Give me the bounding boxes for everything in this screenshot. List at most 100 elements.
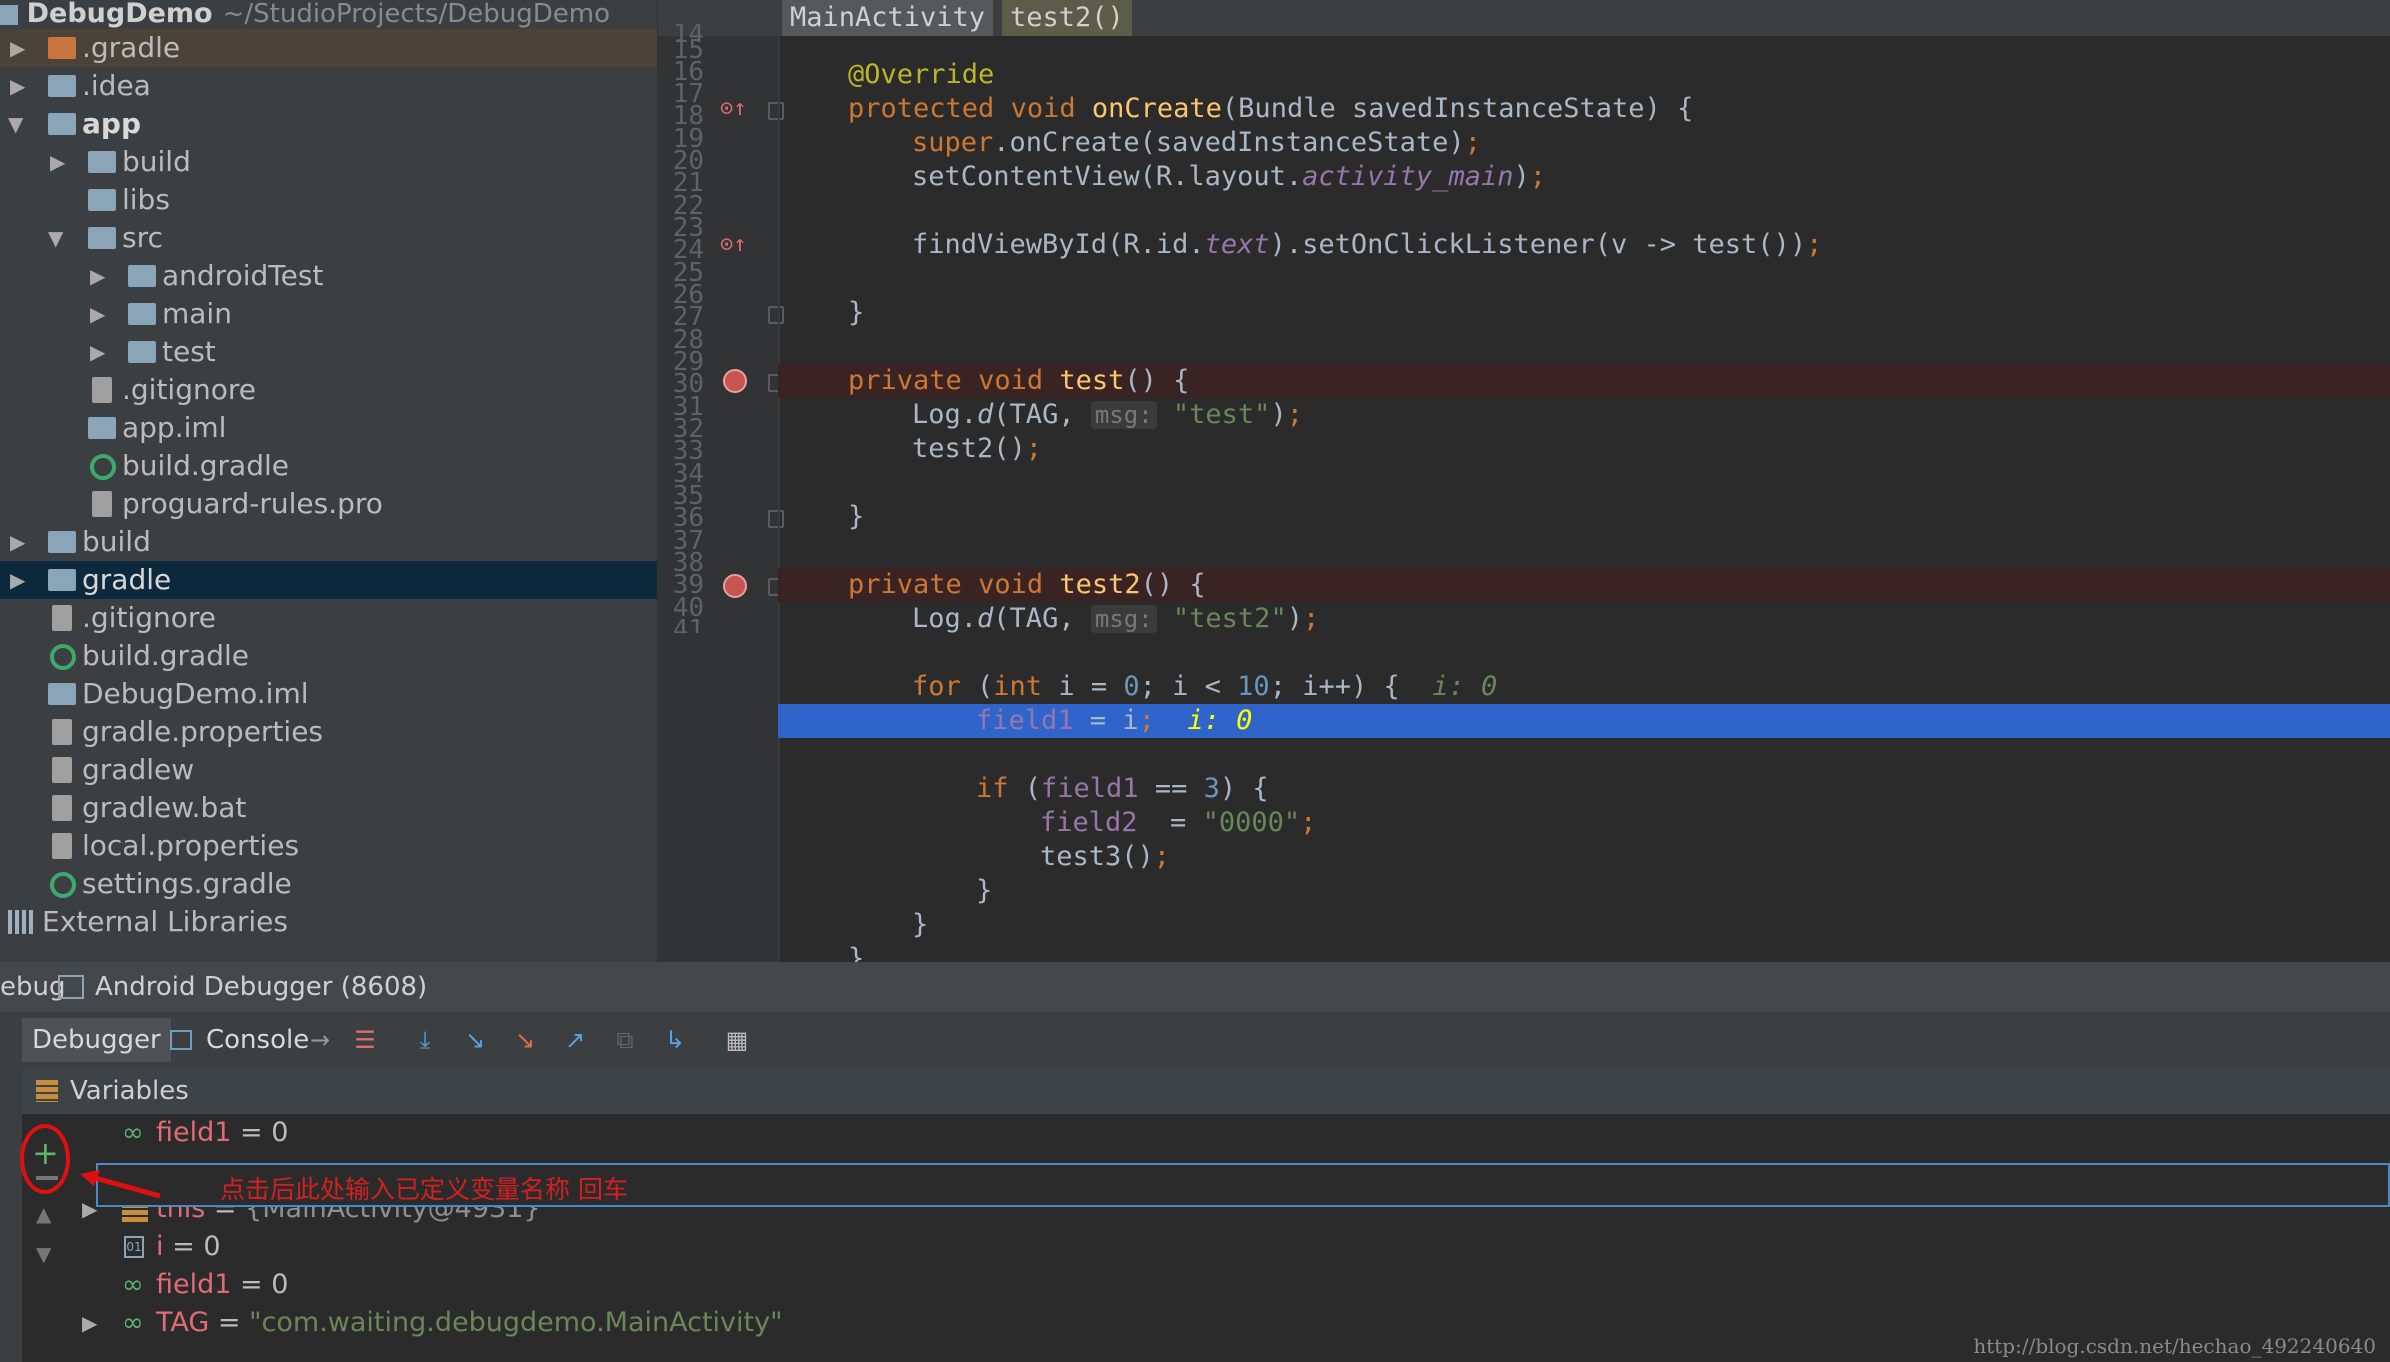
expand-arrow-icon[interactable]: ▶	[10, 29, 30, 67]
debug-title-bar: ebug Android Debugger (8608)	[0, 962, 2390, 1012]
tree-item-gradlew[interactable]: gradlew	[0, 751, 657, 789]
tree-item-label: gradlew	[82, 753, 195, 786]
breakpoint-icon[interactable]	[723, 369, 747, 393]
tree-item-app-gitignore[interactable]: .gitignore	[0, 371, 657, 409]
keyword-token: private	[848, 569, 962, 600]
code-line-20[interactable]: findViewById(R.id.text).setOnClickListen…	[778, 228, 2390, 262]
code-line-41[interactable]: }	[778, 942, 2390, 962]
tree-item-gradlew-bat[interactable]: gradlew.bat	[0, 789, 657, 827]
code-line-38[interactable]: test3();	[778, 840, 2390, 874]
code-line-22[interactable]: }	[778, 296, 2390, 330]
show-execution-point-icon[interactable]: ☰	[350, 1026, 380, 1054]
code-token: )	[1286, 603, 1303, 634]
folder-icon	[128, 303, 156, 325]
tree-item-external-libraries[interactable]: External Libraries	[0, 903, 657, 941]
code-line-17[interactable]: super.onCreate(savedInstanceState);	[778, 126, 2390, 160]
code-line-15[interactable]: @Override	[778, 58, 2390, 92]
tree-item-app-iml[interactable]: app.iml	[0, 409, 657, 447]
step-out-icon[interactable]: ↗	[560, 1026, 590, 1054]
tree-item-app-build[interactable]: ▶ build	[0, 143, 657, 181]
tree-item-root-build[interactable]: ▶ build	[0, 523, 657, 561]
tree-item-app[interactable]: ▼ app	[0, 105, 657, 143]
expand-arrow-icon[interactable]: ▶	[90, 295, 110, 333]
force-step-into-icon[interactable]: ↘	[510, 1026, 540, 1054]
code-line-24[interactable]: private void test() {	[778, 364, 2390, 398]
code-line-30[interactable]: private void test2() {	[778, 568, 2390, 602]
properties-file-icon	[52, 719, 72, 745]
expand-arrow-icon[interactable]: ▶	[50, 143, 70, 181]
code-line-28[interactable]: }	[778, 500, 2390, 534]
expand-arrow-icon[interactable]: ▶	[10, 561, 30, 599]
tree-item-local-properties[interactable]: local.properties	[0, 827, 657, 865]
code-token: d	[977, 399, 994, 430]
code-line-33[interactable]: for (int i = 0; i < 10; i++) { i: 0	[778, 670, 2390, 704]
module-file-icon	[88, 417, 116, 439]
variable-row-field1[interactable]: ∞ field1 = 0	[22, 1266, 2390, 1304]
code-line-36[interactable]: if (field1 == 3) {	[778, 772, 2390, 806]
tab-debugger[interactable]: Debugger	[22, 1018, 171, 1062]
move-up-icon[interactable]: ▲	[36, 1202, 51, 1226]
tree-item-root-build-gradle[interactable]: build.gradle	[0, 637, 657, 675]
run-to-cursor-icon[interactable]: ↳	[660, 1026, 690, 1054]
expand-arrow-icon[interactable]: ▶	[90, 257, 110, 295]
tree-item-test[interactable]: ▶ test	[0, 333, 657, 371]
code-token: (	[960, 671, 994, 702]
code-line-26[interactable]: test2();	[778, 432, 2390, 466]
variables-list[interactable]: ∞ field1 = 0 ▶ this = {MainActivity@4931…	[22, 1114, 2390, 1362]
variable-name: TAG	[156, 1307, 210, 1338]
debug-session-name[interactable]: Android Debugger (8608)	[95, 962, 427, 1012]
code-line-40[interactable]: }	[778, 908, 2390, 942]
tree-item-label: build.gradle	[122, 449, 289, 482]
drop-frame-icon[interactable]: ⧉	[610, 1026, 640, 1054]
collapse-arrow-icon[interactable]: ▼	[48, 219, 68, 257]
expand-arrow-icon[interactable]: ▶	[10, 523, 30, 561]
variable-equals: =	[209, 1307, 250, 1338]
variable-name: field1	[156, 1117, 232, 1148]
tree-item-settings-gradle[interactable]: settings.gradle	[0, 865, 657, 903]
move-down-icon[interactable]: ▼	[36, 1242, 51, 1266]
tree-item-androidtest[interactable]: ▶ androidTest	[0, 257, 657, 295]
code-token: (TAG,	[993, 603, 1091, 634]
keyword-token: if	[976, 773, 1009, 804]
tree-item-root-gitignore[interactable]: .gitignore	[0, 599, 657, 637]
code-token: i =	[1042, 671, 1124, 702]
restore-layout-icon[interactable]: →	[305, 1026, 335, 1054]
folder-icon	[88, 189, 116, 211]
tree-item-idea[interactable]: ▶ .idea	[0, 67, 657, 105]
evaluate-expression-icon[interactable]: ▦	[722, 1026, 752, 1054]
expand-arrow-icon[interactable]: ▶	[82, 1304, 97, 1342]
code-line-39[interactable]: }	[778, 874, 2390, 908]
tree-item-main[interactable]: ▶ main	[0, 295, 657, 333]
tree-item-debugdemo-iml[interactable]: DebugDemo.iml	[0, 675, 657, 713]
expand-arrow-icon[interactable]: ▶	[10, 67, 30, 105]
breakpoint-icon[interactable]	[723, 574, 747, 598]
variable-value: 0	[203, 1231, 221, 1262]
tree-item-gradle-properties[interactable]: gradle.properties	[0, 713, 657, 751]
step-over-icon[interactable]: ⤓	[410, 1026, 440, 1054]
code-line-18[interactable]: setContentView(R.layout.activity_main);	[778, 160, 2390, 194]
override-marker-icon[interactable]: ⊙↑	[720, 96, 747, 121]
code-line-16[interactable]: protected void onCreate(Bundle savedInst…	[778, 92, 2390, 126]
variable-row-i[interactable]: 01 i = 0	[22, 1228, 2390, 1266]
tree-item-src[interactable]: ▼ src	[0, 219, 657, 257]
tree-item-proguard[interactable]: proguard-rules.pro	[0, 485, 657, 523]
lambda-marker-icon[interactable]: ⊙↑	[720, 232, 747, 257]
expand-arrow-icon[interactable]: ▶	[90, 333, 110, 371]
code-line-34-current[interactable]: field1 = i; i: 0	[778, 704, 2390, 738]
tree-item-libs[interactable]: libs	[0, 181, 657, 219]
tree-item-app-build-gradle[interactable]: build.gradle	[0, 447, 657, 485]
code-token: ; i <	[1139, 671, 1238, 702]
code-token: = i	[1073, 705, 1139, 736]
step-into-icon[interactable]: ↘	[460, 1026, 490, 1054]
code-token: }	[848, 943, 865, 962]
code-line-37[interactable]: field2 = "0000";	[778, 806, 2390, 840]
tree-item-gradle-dir[interactable]: ▶ .gradle	[0, 29, 657, 67]
tab-console[interactable]: Console	[196, 1018, 319, 1062]
collapse-arrow-icon[interactable]: ▼	[8, 105, 28, 143]
code-token: ;	[1153, 841, 1171, 872]
code-line-25[interactable]: Log.d(TAG, msg: "test");	[778, 398, 2390, 432]
code-line-31[interactable]: Log.d(TAG, msg: "test2");	[778, 602, 2390, 636]
tree-item-gradle[interactable]: ▶ gradle	[0, 561, 657, 599]
code-area[interactable]: ⊙↑ ⊙↑ @Override protected void onCreate(…	[658, 0, 2390, 962]
variable-row-watch[interactable]: ∞ field1 = 0	[22, 1114, 2390, 1152]
